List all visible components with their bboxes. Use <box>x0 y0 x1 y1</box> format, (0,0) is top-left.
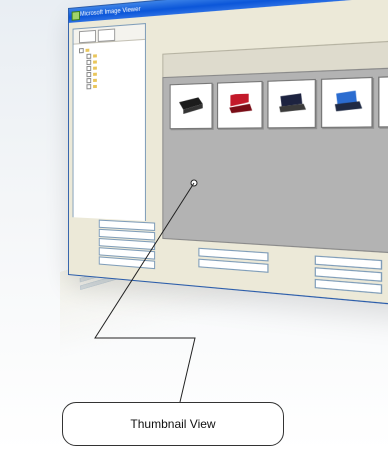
thumbnail-item[interactable] <box>378 74 388 128</box>
folder-icon <box>93 66 97 71</box>
thumbnail-view[interactable] <box>162 63 388 260</box>
screenshot-stage: Microsoft Image Viewer Thumbnail View <box>0 0 388 452</box>
laptop-dark-icon <box>279 93 306 113</box>
laptop-blue-icon <box>334 90 363 112</box>
expand-icon[interactable] <box>86 66 92 72</box>
thumbnail-item[interactable] <box>217 80 263 129</box>
folder-icon <box>93 73 97 77</box>
expand-icon[interactable] <box>86 60 92 66</box>
callout-label: Thumbnail View <box>130 417 216 431</box>
folder-tree <box>74 40 145 93</box>
properties-form <box>72 217 161 281</box>
tab-folders[interactable] <box>79 29 96 44</box>
tab-search[interactable] <box>97 28 116 43</box>
expand-icon[interactable] <box>79 48 84 54</box>
window-title: Microsoft Image Viewer <box>79 6 141 18</box>
thumbnail-item[interactable] <box>267 78 316 129</box>
black-device-icon <box>179 97 203 114</box>
property-label <box>73 228 95 229</box>
thumbnail-item[interactable] <box>169 82 213 130</box>
folder-icon <box>93 60 97 65</box>
app-icon <box>71 10 80 21</box>
expand-icon[interactable] <box>86 84 92 90</box>
app-window: Microsoft Image Viewer <box>68 0 388 315</box>
folder-icon <box>93 85 97 89</box>
property-label <box>73 255 95 257</box>
property-label <box>73 237 95 238</box>
tree-node[interactable] <box>79 82 143 91</box>
expand-icon[interactable] <box>86 72 92 78</box>
thumbnail-item[interactable] <box>320 76 373 129</box>
thumbnail-view-callout: Thumbnail View <box>62 402 284 446</box>
folder-icon <box>85 49 90 53</box>
expand-icon[interactable] <box>86 54 92 60</box>
property-field[interactable] <box>98 256 156 270</box>
folder-icon <box>93 79 97 83</box>
expand-icon[interactable] <box>86 78 92 84</box>
property-label <box>73 219 95 220</box>
red-case-icon <box>229 93 253 114</box>
folder-icon <box>93 54 97 59</box>
folder-tree-panel <box>72 22 146 224</box>
property-label <box>73 246 95 248</box>
window-titlebar[interactable]: Microsoft Image Viewer <box>68 0 388 23</box>
